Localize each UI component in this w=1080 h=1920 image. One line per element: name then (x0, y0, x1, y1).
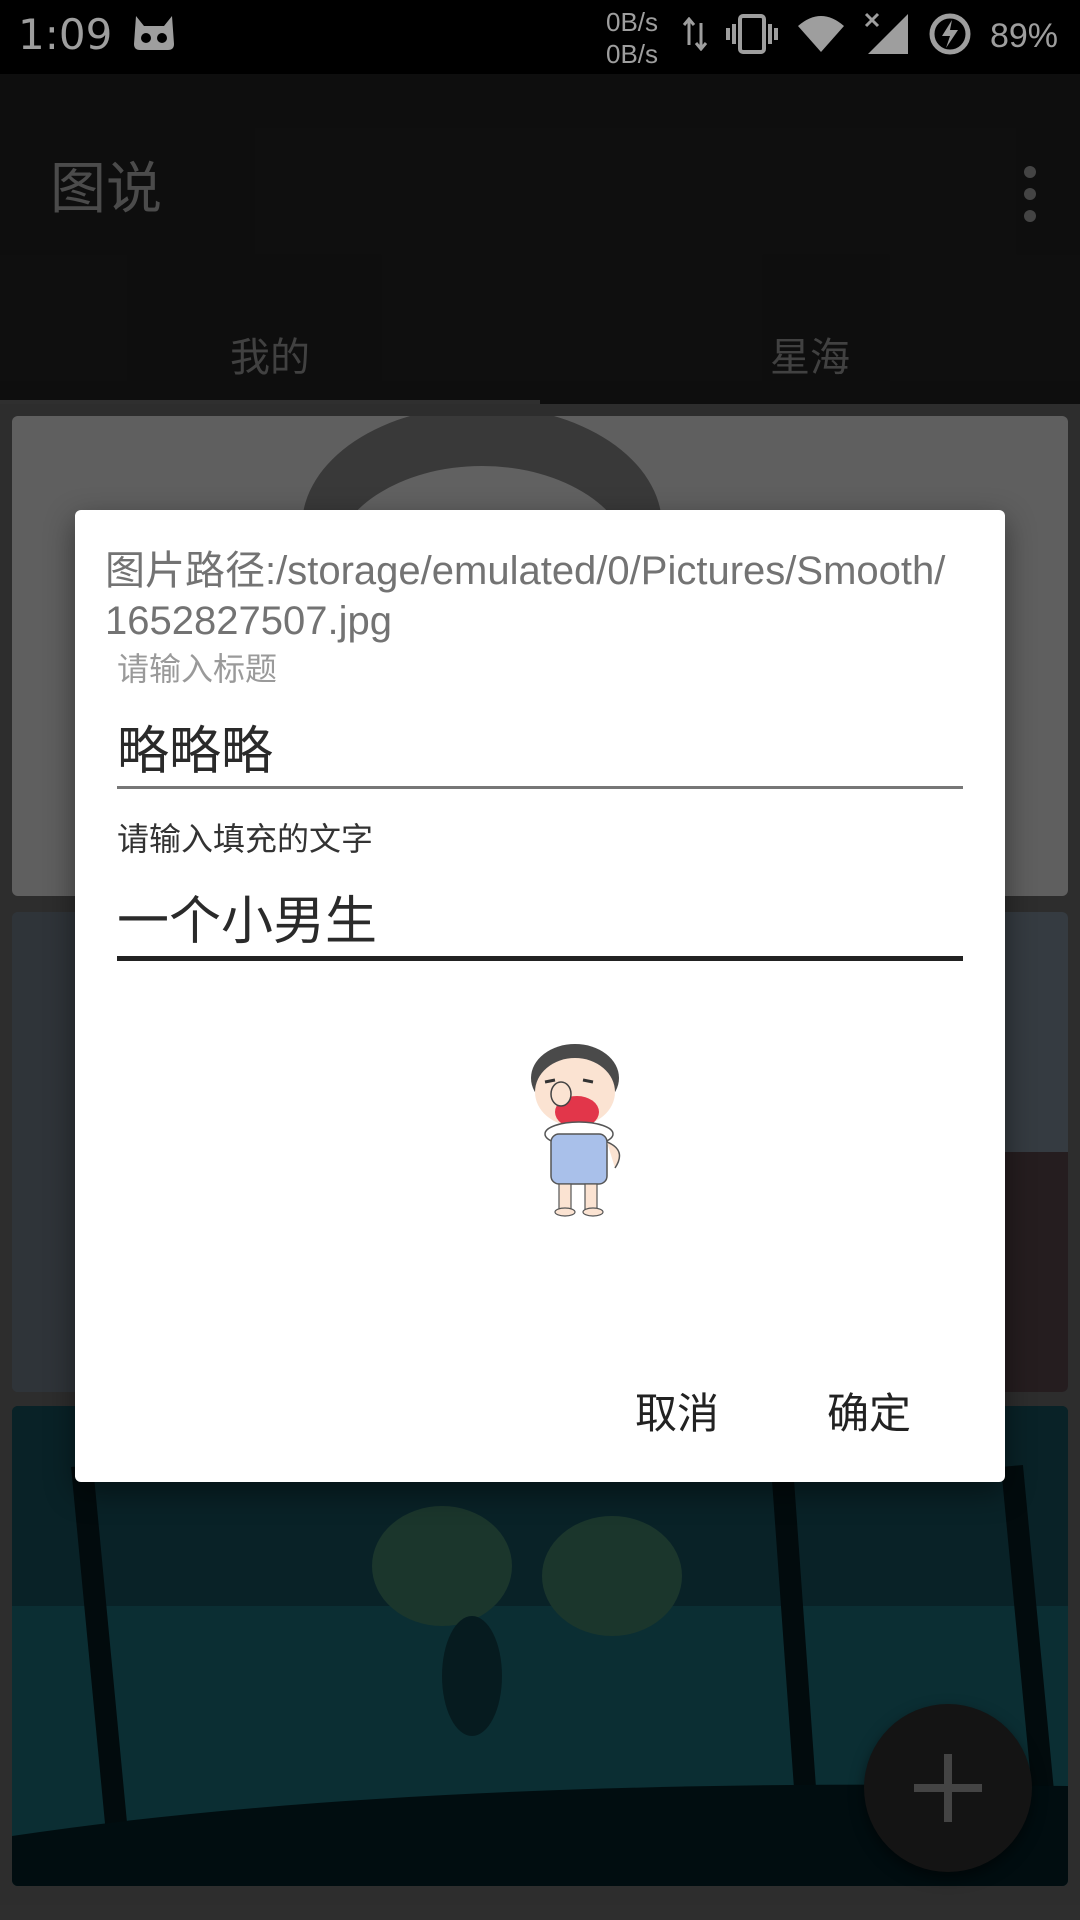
edit-image-dialog: 图片路径:/storage/emulated/0/Pictures/Smooth… (75, 510, 1005, 1482)
image-path-text: 图片路径:/storage/emulated/0/Pictures/Smooth… (105, 549, 946, 643)
app-root: 1:09 0B/s 0B/s 89% 图说 我的 星海 图片路径:/storag… (0, 0, 1080, 1920)
title-field-label: 请输入标题 (117, 650, 278, 688)
fill-text-field-label: 请输入填充的文字 (117, 820, 374, 858)
confirm-button[interactable]: 确定 (807, 1370, 931, 1451)
image-preview (475, 1030, 675, 1230)
cancel-button[interactable]: 取消 (615, 1370, 739, 1451)
add-fab-button[interactable] (864, 1704, 1032, 1872)
title-input[interactable] (117, 706, 963, 789)
fill-text-input[interactable] (117, 876, 963, 961)
boy-sticker-image (531, 1044, 621, 1217)
